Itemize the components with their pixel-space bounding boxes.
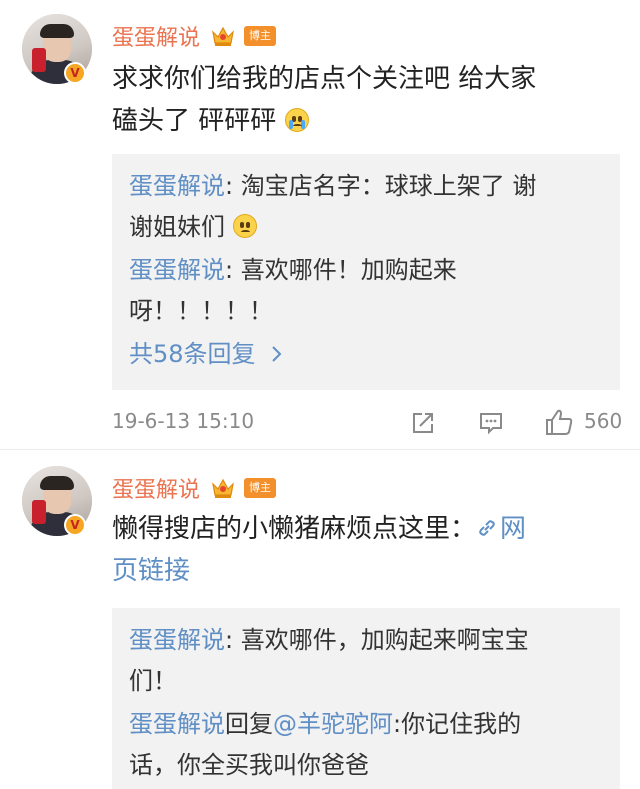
verified-badge-icon: V (64, 514, 86, 536)
web-link[interactable]: 网 (476, 514, 526, 544)
reply-item[interactable]: 蛋蛋解说: 喜欢哪件，加购起来啊宝宝 们！ (129, 620, 604, 702)
sad-face-icon (232, 214, 257, 238)
mention-link[interactable]: @羊驼驼阿 (273, 710, 393, 738)
author-tag: 博主 (244, 478, 277, 498)
comment-item: V 蛋蛋解说 博主 求求你们给我的店点个关注吧 给大家 磕头了 砰砰砰 蛋蛋解说… (0, 0, 640, 450)
comment-text: 懒得搜店的小懒猪麻烦点这里：网 页链接 (112, 508, 622, 592)
username[interactable]: 蛋蛋解说 (112, 472, 200, 504)
comment-text-line: 求求你们给我的店点个关注吧 给大家 (112, 64, 537, 94)
comment-text-line: 磕头了 砰砰砰 (112, 100, 622, 142)
crown-icon (212, 26, 234, 46)
divider (0, 449, 640, 450)
comment-text: 求求你们给我的店点个关注吧 给大家 磕头了 砰砰砰 (112, 58, 622, 142)
comment-text-line: 懒得搜店的小懒猪麻烦点这里：网 (112, 514, 527, 544)
like-icon[interactable] (544, 408, 574, 436)
comment-footer: 19-6-13 15:10 560 (112, 402, 623, 442)
comment-header: 蛋蛋解说 博主 (112, 472, 277, 504)
crown-icon (212, 478, 234, 498)
reply-item[interactable]: 蛋蛋解说回复@羊驼驼阿:你记住我的 话，你全买我叫你爸爸 (129, 704, 604, 786)
reply-username[interactable]: 蛋蛋解说 (129, 710, 225, 738)
reply-list: 蛋蛋解说: 淘宝店名字：球球上架了 谢 谢姐妹们 蛋蛋解说: 喜欢哪件！加购起来… (112, 154, 620, 390)
username[interactable]: 蛋蛋解说 (112, 20, 200, 52)
reply-username[interactable]: 蛋蛋解说 (129, 172, 225, 200)
reply-list: 蛋蛋解说: 喜欢哪件，加购起来啊宝宝 们！ 蛋蛋解说回复@羊驼驼阿:你记住我的 … (112, 608, 620, 789)
timestamp: 19-6-13 15:10 (112, 409, 255, 433)
comment-icon[interactable] (478, 410, 504, 436)
more-replies-link[interactable]: 共58条回复 (129, 334, 604, 374)
link-icon (479, 520, 495, 536)
comment-item: V 蛋蛋解说 博主 懒得搜店的小懒猪麻烦点这里：网 页链接 蛋蛋解说: 喜欢哪件… (0, 452, 640, 789)
like-count: 560 (584, 409, 623, 433)
reply-username[interactable]: 蛋蛋解说 (129, 626, 225, 654)
reply-username[interactable]: 蛋蛋解说 (129, 256, 225, 284)
comment-header: 蛋蛋解说 博主 (112, 20, 277, 52)
author-tag: 博主 (244, 26, 277, 46)
reply-item[interactable]: 蛋蛋解说: 喜欢哪件！加购起来 呀！！！！！ (129, 250, 604, 332)
share-icon[interactable] (410, 410, 436, 436)
chevron-right-icon (272, 346, 282, 362)
reply-item[interactable]: 蛋蛋解说: 淘宝店名字：球球上架了 谢 谢姐妹们 (129, 166, 604, 248)
web-link-continued[interactable]: 页链接 (112, 550, 622, 592)
verified-badge-icon: V (64, 62, 86, 84)
crying-face-icon (284, 108, 309, 132)
